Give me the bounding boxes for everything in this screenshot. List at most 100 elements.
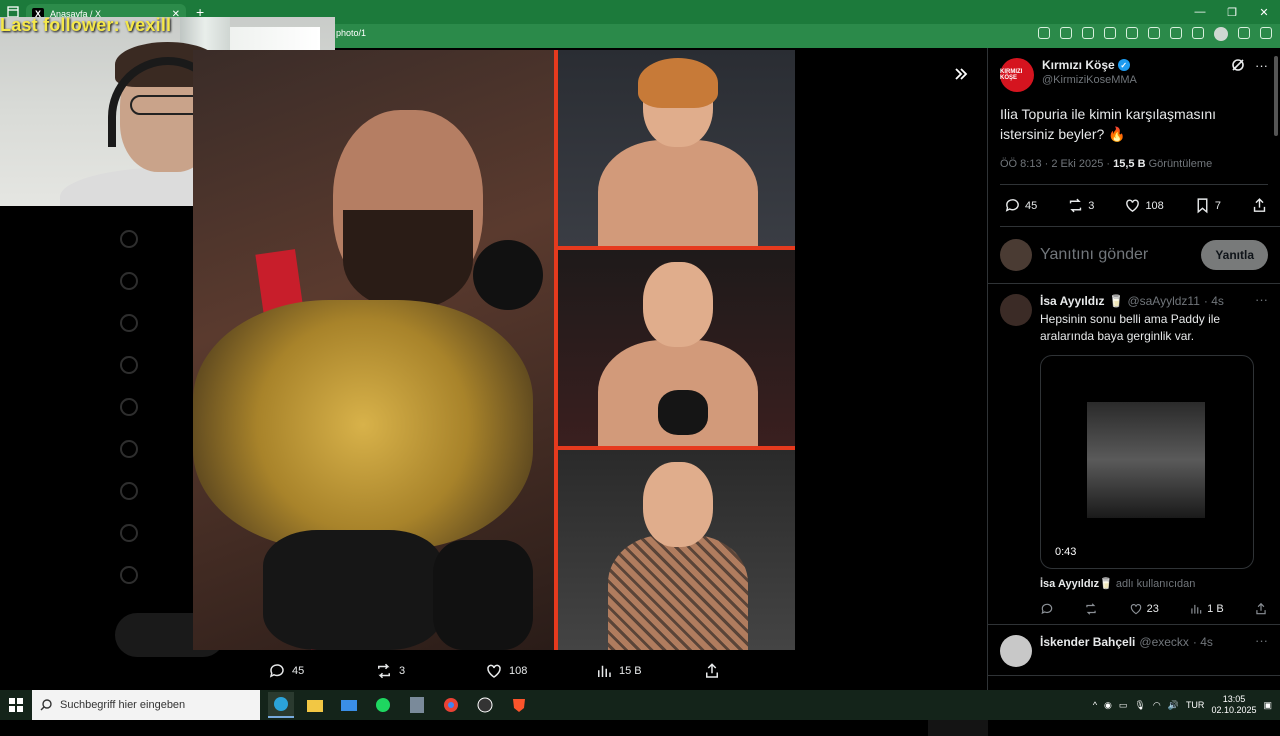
microphone-shape [473,240,543,310]
fighter-tattoo-shape [608,535,748,650]
maximize-button[interactable]: ❐ [1216,6,1248,19]
volume-icon[interactable]: 🔊 [1168,700,1179,711]
media-repost-button[interactable]: 3 [375,662,405,680]
repost-icon [378,663,390,679]
taskbar-apps [268,692,532,718]
media-like-count: 108 [509,665,528,677]
microphone-icon[interactable]: 🎙 [1134,700,1145,711]
windows-logo-icon [9,698,23,712]
taskbar-clock[interactable]: 13:05 02.10.2025 [1211,694,1256,716]
edge-app-icon[interactable] [268,692,294,718]
more-options-icon[interactable]: ··· [1255,292,1268,307]
reply-time[interactable]: · 4s [1193,635,1213,649]
copilot-icon[interactable] [1260,27,1272,39]
file-explorer-icon[interactable] [302,692,328,718]
profile-avatar[interactable] [1214,27,1228,41]
collections-icon[interactable] [1192,27,1204,39]
author-handle[interactable]: @KirmiziKoseMMA [1042,74,1137,86]
close-window-button[interactable]: ✕ [1248,6,1280,19]
wifi-icon[interactable]: ◠ [1153,700,1161,711]
views-chart-icon [598,665,611,677]
reply-button[interactable]: 45 [1004,197,1037,214]
reply-tweet[interactable]: ··· İsa Ayyıldız 🥛 @saAyyldz11 · 4s Heps… [988,284,1280,625]
reply-tweet[interactable]: ··· İskender Bahçeli @execkx · 4s [988,625,1280,676]
bookmark-button[interactable]: 7 [1194,197,1221,214]
glove-shape [263,530,443,650]
browser-essentials-icon[interactable] [1148,27,1160,39]
reply-author-handle[interactable]: @execkx [1139,635,1189,649]
language-indicator[interactable]: TUR [1186,700,1205,710]
reply-repost-button[interactable] [1084,602,1098,616]
calculator-icon[interactable] [404,692,430,718]
tray-app-icon[interactable]: ◉ [1104,700,1112,711]
reply-input[interactable]: Yanıtını gönder [1040,246,1148,264]
media-viewer-image[interactable] [193,50,795,650]
reply-views-button[interactable]: 1 B [1189,602,1224,616]
mail-app-icon[interactable] [336,692,362,718]
minimize-button[interactable]: — [1184,6,1216,19]
taskbar-search-placeholder: Suchbegriff hier eingeben [60,699,186,711]
reply-header: İskender Bahçeli @execkx · 4s [1040,635,1213,649]
app-available-icon[interactable] [1038,27,1050,39]
glove-shape [433,540,533,650]
fighter-head-shape [643,462,713,547]
reply-author-handle[interactable]: @saAyyldz11 [1127,294,1199,308]
start-button[interactable] [0,690,32,720]
reply-submit-button[interactable]: Yanıtla [1201,240,1268,270]
reply-video[interactable]: 0:43 [1040,355,1254,569]
brave-icon[interactable] [506,692,532,718]
reply-reply-button[interactable] [1040,602,1054,616]
main-photo-panel [193,50,554,650]
side-photo-middle [558,250,795,446]
extensions-icon[interactable] [1126,27,1138,39]
user-avatar[interactable] [1000,239,1032,271]
reply-avatar[interactable] [1000,635,1032,667]
views-chart-icon [1191,604,1202,614]
tray-expand-icon[interactable]: ^ [1093,700,1097,710]
video-source: İsa Ayyıldız🥛 adlı kullanıcıdan [1040,577,1268,590]
more-options-icon[interactable] [1238,27,1250,39]
media-views-button[interactable]: 15 B [595,662,642,680]
video-source-name[interactable]: İsa Ayyıldız [1040,578,1099,590]
reply-author-name[interactable]: İskender Bahçeli [1040,635,1135,649]
network-icon[interactable]: ▭ [1119,700,1128,711]
tweet-meta: ÖÖ 8:13 · 2 Eki 2025 · 15,5 B Görüntülem… [1000,158,1268,185]
like-button[interactable]: 108 [1124,197,1164,214]
obs-icon[interactable] [472,692,498,718]
reply-like-button[interactable]: 23 [1129,602,1159,616]
share-icon [706,663,718,678]
media-share-button[interactable] [703,662,721,680]
reply-share-button[interactable] [1254,602,1268,616]
spotify-icon[interactable] [370,692,396,718]
url-text[interactable]: photo/1 [336,28,366,38]
last-follower-text: Last follower: vexill [0,15,172,35]
author-avatar[interactable]: KIRMIZI KÖŞE [1000,58,1034,92]
media-reply-button[interactable]: 45 [268,662,304,680]
grok-icon[interactable] [1231,58,1245,73]
share-button[interactable] [1251,197,1268,214]
zoom-icon[interactable] [1060,27,1072,39]
more-options-icon[interactable]: ··· [1255,58,1268,73]
reply-views-count: 1 B [1207,603,1224,615]
verified-badge-icon: ✓ [1117,59,1130,71]
chrome-icon[interactable] [438,692,464,718]
collapse-panel-icon[interactable] [950,63,972,85]
fighter-head-shape [643,262,713,347]
favorites-icon[interactable] [1170,27,1182,39]
media-like-button[interactable]: 108 [485,662,527,680]
heart-icon [1130,604,1141,615]
tweet-time[interactable]: ÖÖ 8:13 · 2 Eki 2025 · [1000,158,1113,170]
more-options-icon[interactable]: ··· [1255,633,1268,648]
taskbar-search[interactable]: Suchbegriff hier eingeben [32,690,260,720]
author-name-row[interactable]: Kırmızı Köşe ✓ [1042,58,1137,72]
system-tray: ^ ◉ ▭ 🎙 ◠ 🔊 TUR 13:05 02.10.2025 ▣ [1093,694,1280,716]
repost-button[interactable]: 3 [1067,197,1094,214]
reply-avatar[interactable] [1000,294,1032,326]
reply-time[interactable]: · 4s [1204,294,1224,308]
media-repost-count: 3 [399,665,406,677]
reply-author-name[interactable]: İsa Ayyıldız [1040,294,1104,308]
read-aloud-icon[interactable] [1082,27,1094,39]
favorite-star-icon[interactable] [1104,27,1116,39]
notifications-icon[interactable]: ▣ [1263,700,1272,711]
panel-scrollbar[interactable] [1274,56,1278,136]
